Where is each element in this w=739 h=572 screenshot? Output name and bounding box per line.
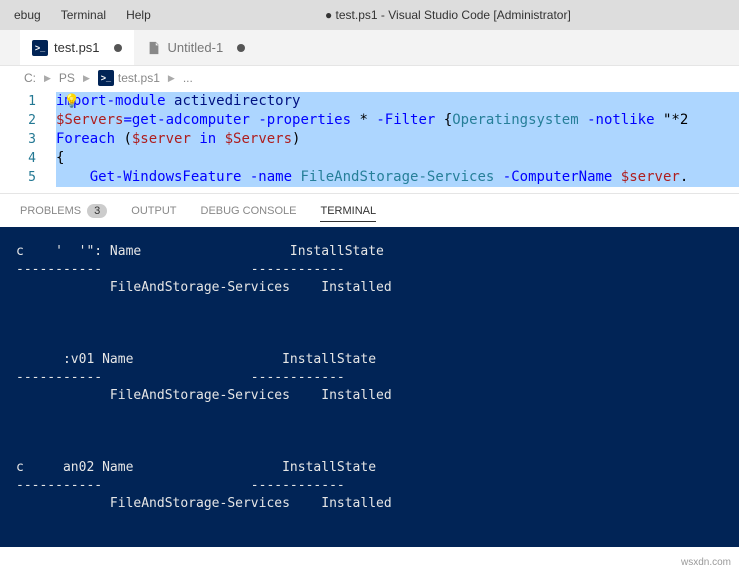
tab-test-ps1[interactable]: >_ test.ps1 bbox=[20, 30, 134, 65]
code-line[interactable]: 3Foreach ($server in $Servers) bbox=[0, 130, 739, 149]
panel-tab-problems[interactable]: PROBLEMS 3 bbox=[20, 204, 107, 218]
terminal-output[interactable]: c ' '": Name InstallState ----------- --… bbox=[0, 227, 739, 547]
code-content[interactable]: i💡mport-module activedirectory bbox=[56, 92, 739, 111]
code-line[interactable]: 2$Servers=get-adcomputer -properties * -… bbox=[0, 111, 739, 130]
panel-tab-label: OUTPUT bbox=[131, 205, 176, 217]
menu-terminal[interactable]: Terminal bbox=[51, 8, 116, 22]
line-number: 4 bbox=[0, 149, 56, 168]
panel-tab-label: PROBLEMS bbox=[20, 205, 81, 217]
code-line[interactable]: 4{ bbox=[0, 149, 739, 168]
tab-untitled-1[interactable]: Untitled-1 bbox=[134, 30, 258, 65]
tab-label: Untitled-1 bbox=[168, 40, 224, 55]
breadcrumb[interactable]: C: ▶ PS ▶ >_ test.ps1 ▶ ... bbox=[0, 66, 739, 90]
code-content[interactable]: Foreach ($server in $Servers) bbox=[56, 130, 739, 149]
chevron-right-icon: ▶ bbox=[44, 73, 51, 84]
watermark: wsxdn.com bbox=[681, 557, 731, 568]
problems-count-badge: 3 bbox=[87, 204, 107, 218]
line-number: 1 bbox=[0, 92, 56, 111]
line-number: 2 bbox=[0, 111, 56, 130]
panel-tabs: PROBLEMS 3 OUTPUT DEBUG CONSOLE TERMINAL bbox=[0, 193, 739, 227]
panel-tab-output[interactable]: OUTPUT bbox=[131, 205, 176, 217]
code-content[interactable]: { bbox=[56, 149, 739, 168]
panel-tab-label: TERMINAL bbox=[320, 205, 376, 217]
menu-help[interactable]: Help bbox=[116, 8, 161, 22]
code-content[interactable]: Get-WindowsFeature -name FileAndStorage-… bbox=[56, 168, 739, 187]
chevron-right-icon: ▶ bbox=[168, 73, 175, 84]
menu-debug[interactable]: ebug bbox=[4, 8, 51, 22]
line-number: 5 bbox=[0, 168, 56, 187]
code-editor[interactable]: 1i💡mport-module activedirectory2$Servers… bbox=[0, 90, 739, 193]
modified-dot-icon bbox=[237, 44, 245, 52]
modified-dot-icon bbox=[114, 44, 122, 52]
code-line[interactable]: 1i💡mport-module activedirectory bbox=[0, 92, 739, 111]
code-line[interactable]: 5 Get-WindowsFeature -name FileAndStorag… bbox=[0, 168, 739, 187]
line-number: 3 bbox=[0, 130, 56, 149]
powershell-icon: >_ bbox=[32, 40, 48, 56]
tab-label: test.ps1 bbox=[54, 40, 100, 55]
breadcrumb-segment[interactable]: C: bbox=[24, 71, 36, 85]
breadcrumb-segment[interactable]: PS bbox=[59, 71, 75, 85]
breadcrumb-segment[interactable]: ... bbox=[183, 71, 193, 85]
panel-tab-label: DEBUG CONSOLE bbox=[201, 205, 297, 217]
code-content[interactable]: $Servers=get-adcomputer -properties * -F… bbox=[56, 111, 739, 130]
panel-tab-debug-console[interactable]: DEBUG CONSOLE bbox=[201, 205, 297, 217]
menubar: ebug Terminal Help ● test.ps1 - Visual S… bbox=[0, 0, 739, 30]
window-title: ● test.ps1 - Visual Studio Code [Adminis… bbox=[161, 8, 735, 22]
file-icon bbox=[146, 40, 162, 56]
powershell-icon: >_ bbox=[98, 70, 114, 86]
breadcrumb-segment[interactable]: test.ps1 bbox=[118, 71, 160, 85]
editor-tabs: >_ test.ps1 Untitled-1 bbox=[0, 30, 739, 66]
panel-tab-terminal[interactable]: TERMINAL bbox=[320, 205, 376, 222]
chevron-right-icon: ▶ bbox=[83, 73, 90, 84]
